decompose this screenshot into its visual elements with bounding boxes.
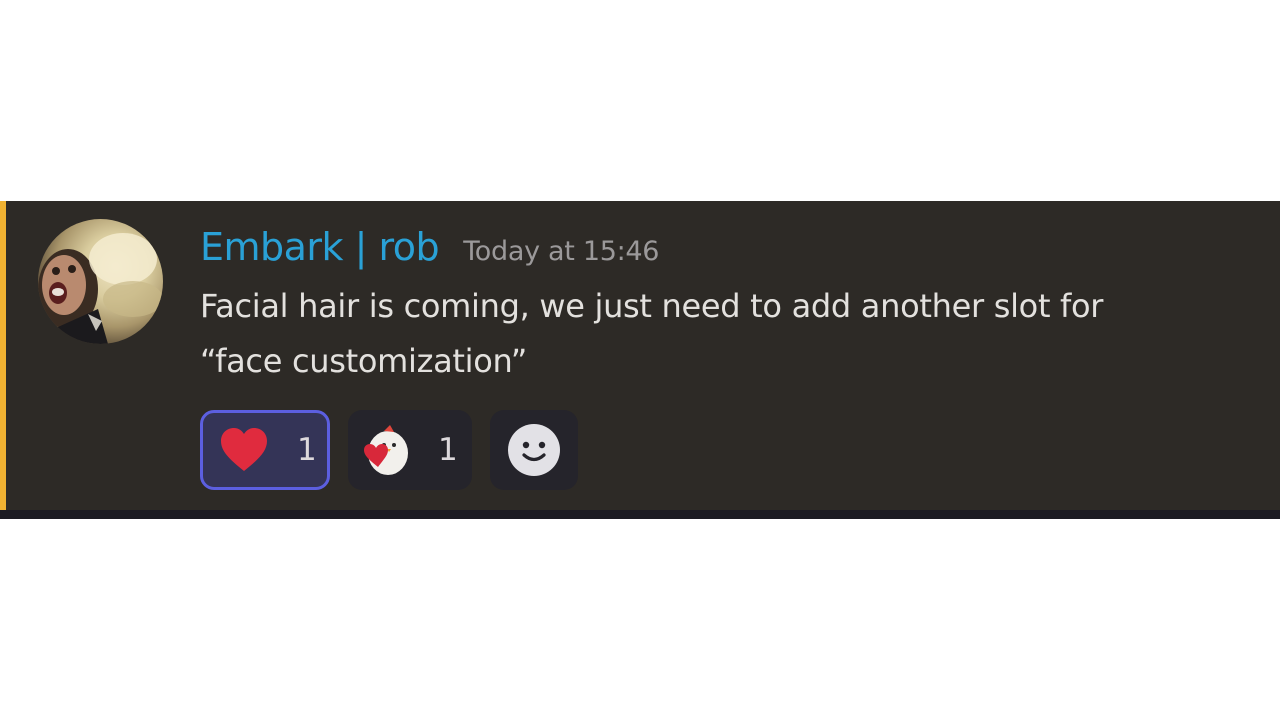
username[interactable]: Embark | rob bbox=[200, 225, 440, 269]
reaction-heart[interactable]: 1 bbox=[200, 410, 330, 490]
message-header: Embark | rob Today at 15:46 bbox=[200, 225, 659, 269]
reaction-count: 1 bbox=[438, 432, 458, 468]
message-line: Facial hair is coming, we just need to a… bbox=[200, 287, 1104, 325]
reactions-bar: 1 1 bbox=[200, 410, 578, 490]
smiley-face-icon bbox=[508, 424, 560, 476]
avatar-photo-icon bbox=[38, 233, 163, 344]
red-heart-icon bbox=[221, 428, 267, 471]
screenshot-canvas: Embark | rob Today at 15:46 Facial hair … bbox=[0, 0, 1280, 720]
cartoon-bird-holding-heart-icon bbox=[364, 425, 408, 475]
message-divider bbox=[0, 510, 1280, 519]
mention-highlight-bar bbox=[0, 201, 6, 510]
message-line: “face customization” bbox=[200, 342, 528, 380]
timestamp: Today at 15:46 bbox=[463, 236, 660, 267]
avatar[interactable] bbox=[38, 219, 163, 344]
message-content: Facial hair is coming, we just need to a… bbox=[200, 279, 1240, 389]
reaction-count: 1 bbox=[297, 432, 317, 468]
add-reaction-button[interactable] bbox=[490, 410, 578, 490]
chat-message[interactable]: Embark | rob Today at 15:46 Facial hair … bbox=[0, 201, 1280, 510]
reaction-bird[interactable]: 1 bbox=[348, 410, 472, 490]
